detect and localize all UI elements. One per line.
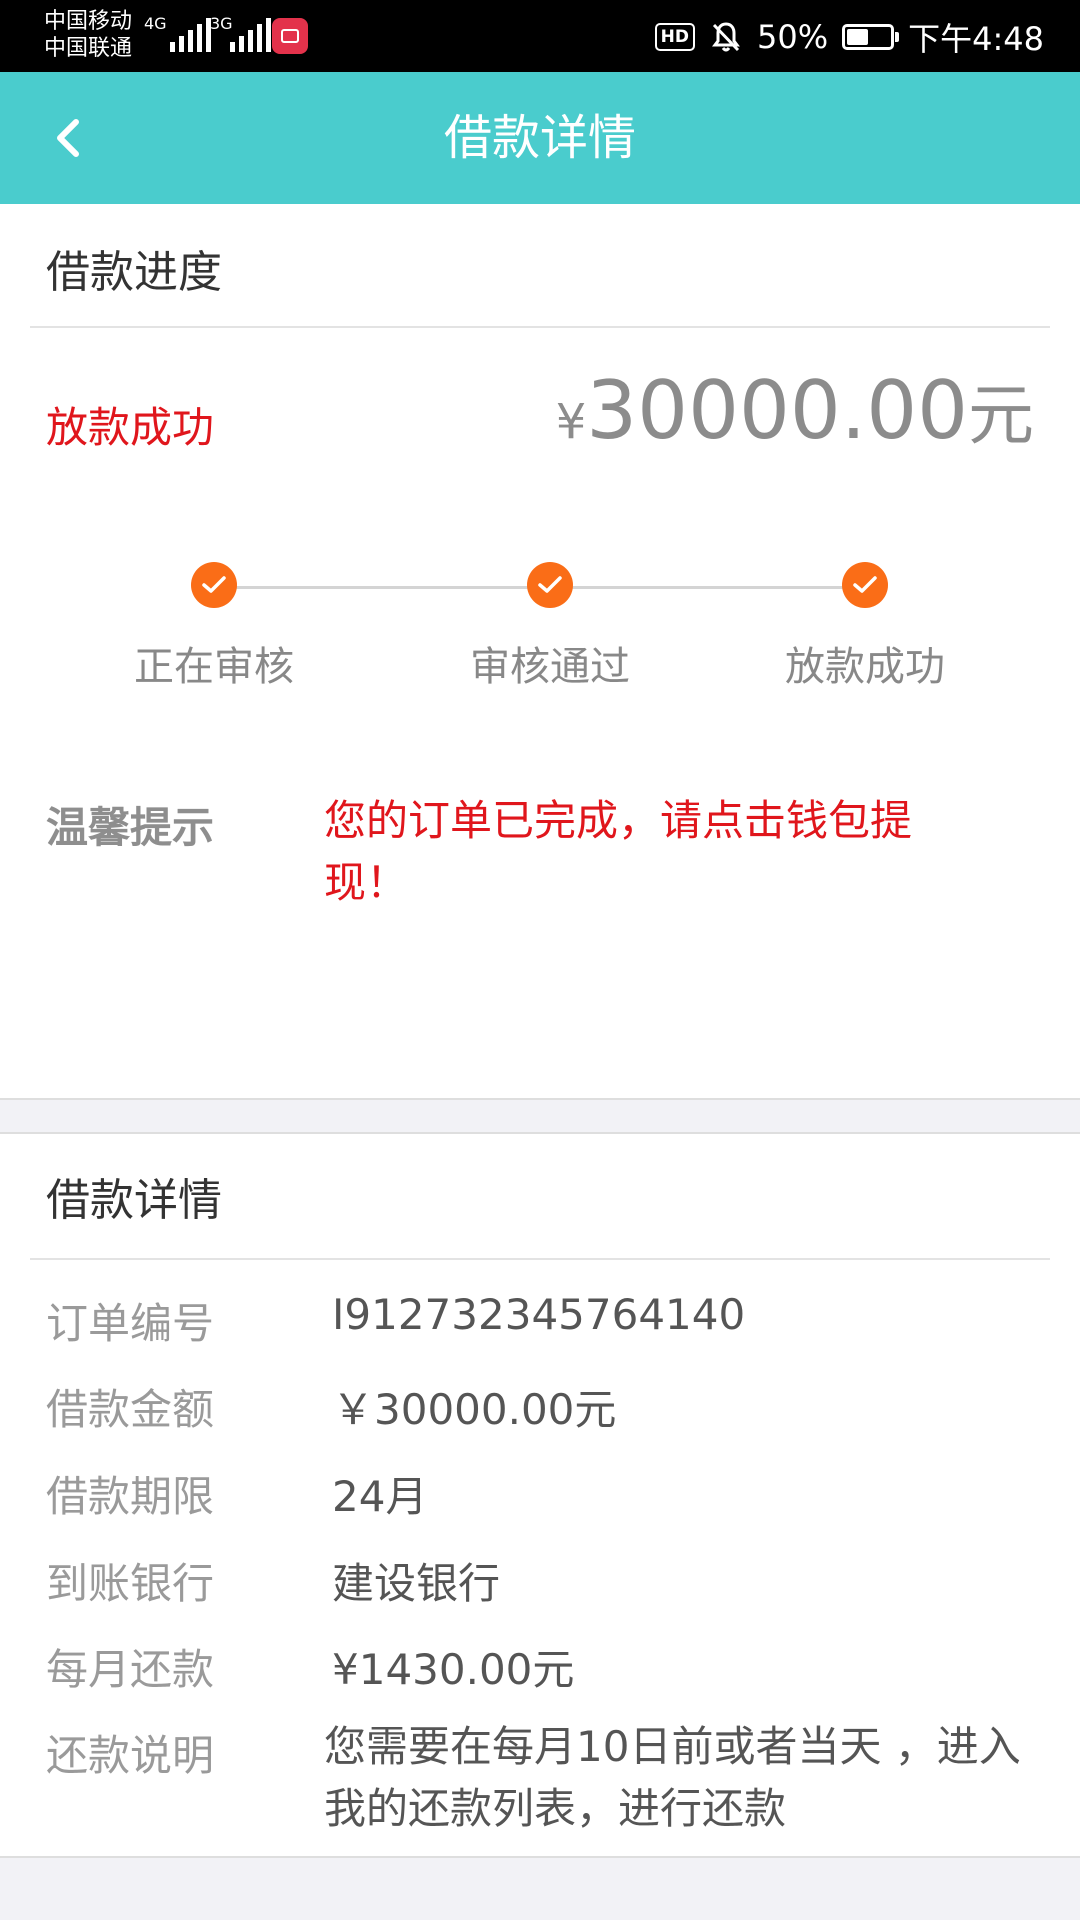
network-type-1: 4G: [144, 14, 167, 33]
carrier-1: 中国移动: [44, 9, 133, 34]
step-label-approved: 审核通过: [470, 644, 630, 690]
check-icon: [527, 562, 573, 608]
detail-section-title: 借款详情: [46, 1175, 222, 1226]
tip-label: 温馨提示: [46, 803, 215, 852]
signal-icon: [230, 18, 271, 52]
hd-badge: HD: [654, 23, 695, 51]
loan-amount: ¥30000.00元: [556, 362, 1034, 458]
order-number: I912732345764140: [332, 1290, 746, 1339]
bank-value: 建设银行: [332, 1559, 501, 1608]
repayment-note: 您需要在每月10日前或者当天 ，进入我的还款列表，进行还款: [324, 1722, 1021, 1833]
loan-term-value: 24月: [332, 1472, 428, 1521]
signal-icon: [170, 18, 211, 52]
carrier-names: 中国移动 中国联通: [44, 8, 132, 62]
monthly-payment-value: ¥1430.00元: [332, 1645, 575, 1694]
clock: 下午4:48: [908, 20, 1044, 58]
tip-text: 您的订单已完成，请点击钱包提现！: [324, 796, 913, 907]
amount-value: 30000.00: [586, 364, 968, 457]
amount-unit: 元: [968, 377, 1034, 454]
status-text: 放款成功: [46, 403, 215, 452]
status-right: HD 50% 下午4:48: [654, 14, 1044, 60]
mute-bell-icon: [712, 22, 740, 52]
row-label-loan-term: 借款期限: [46, 1472, 215, 1521]
page-title: 借款详情: [443, 110, 636, 166]
battery-level: [847, 29, 869, 45]
progress-section-title: 借款进度: [46, 247, 222, 298]
currency-symbol: ¥: [555, 394, 587, 450]
row-label-order-no: 订单编号: [46, 1299, 215, 1348]
step-connector: [550, 586, 865, 589]
detail-card: 借款详情 订单编号 I912732345764140 借款金额 ￥30000.0…: [0, 1132, 1080, 1858]
app-mall-icon: [272, 18, 308, 54]
divider: [30, 326, 1050, 328]
progress-card: 借款进度 放款成功 ¥30000.00元 正在审核 审核通过 放款成功 温馨提示…: [0, 204, 1080, 1100]
battery-percent: 50%: [757, 18, 829, 56]
row-label-repayment-note: 还款说明: [46, 1731, 215, 1780]
step-label-disbursed: 放款成功: [785, 644, 945, 690]
status-bar: 中国移动 中国联通 4G 3G HD 50% 下午4:48: [0, 0, 1080, 72]
row-label-monthly-payment: 每月还款: [46, 1645, 215, 1694]
nav-bar: 借款详情: [0, 72, 1080, 204]
loan-amount-value: ￥30000.00元: [332, 1385, 617, 1434]
row-label-loan-amount: 借款金额: [46, 1385, 215, 1434]
battery-icon: [842, 24, 900, 50]
step-label-reviewing: 正在审核: [134, 644, 294, 690]
row-label-bank: 到账银行: [46, 1559, 215, 1608]
divider: [30, 1258, 1050, 1260]
step-connector: [214, 586, 550, 589]
check-icon: [842, 562, 888, 608]
carrier-2: 中国联通: [44, 36, 133, 61]
check-icon: [191, 562, 237, 608]
